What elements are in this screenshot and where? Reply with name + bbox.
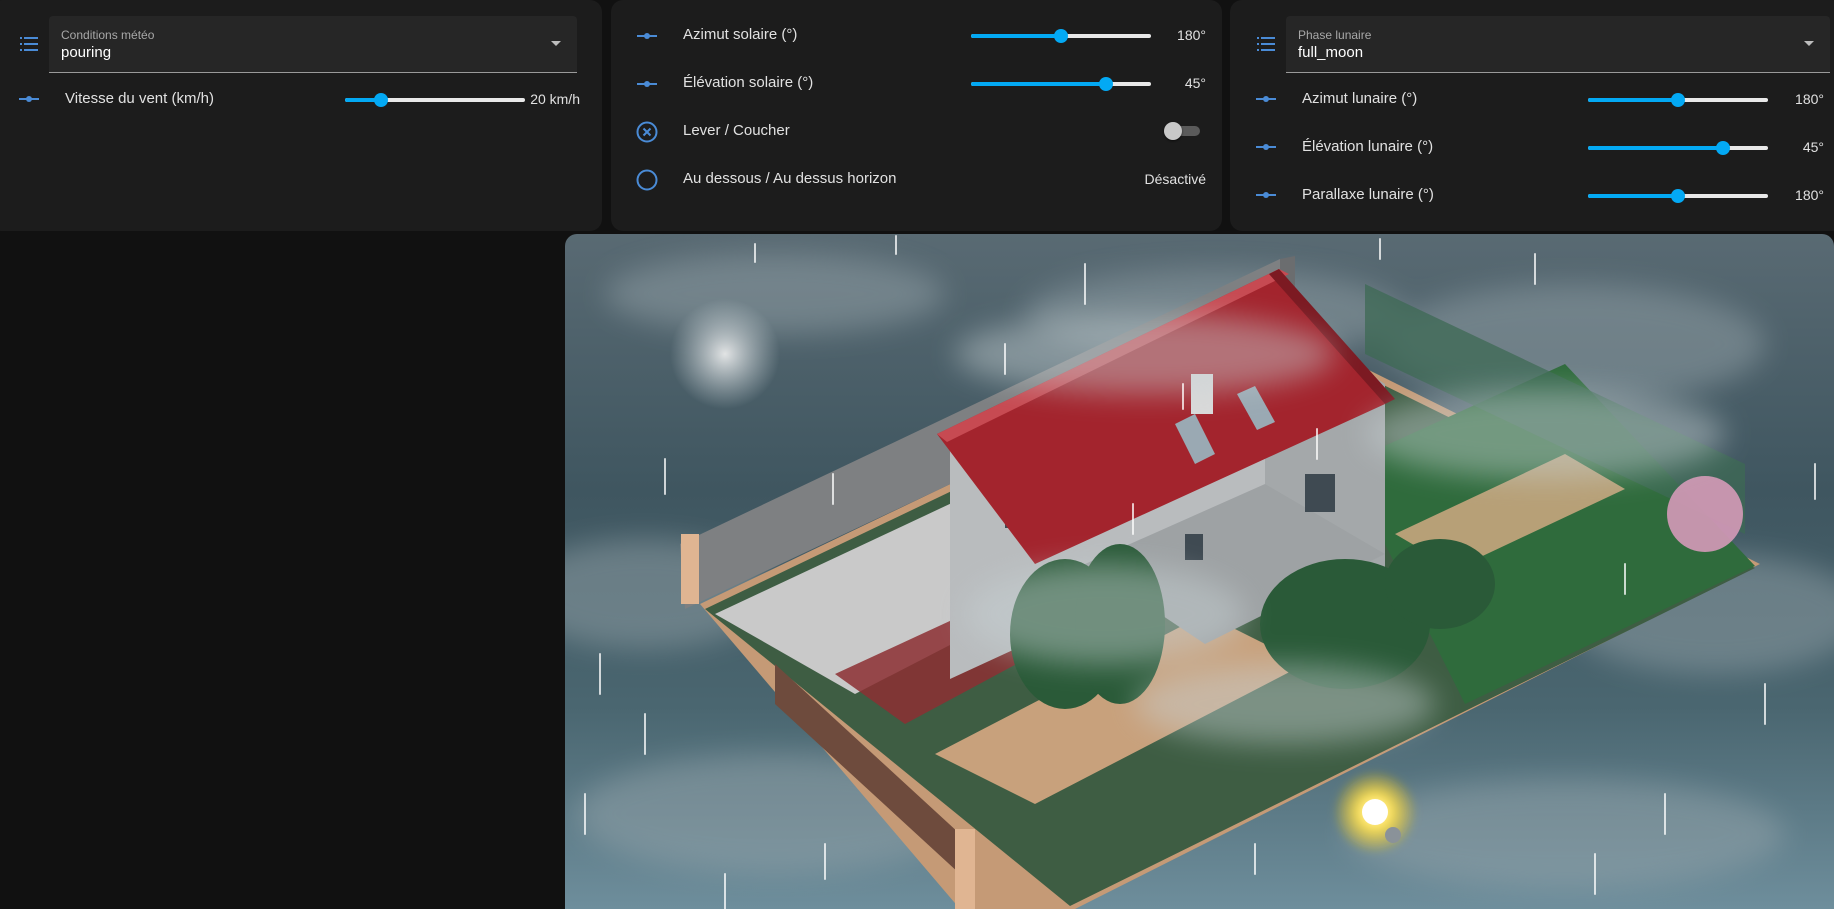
wind-speed-slider[interactable] bbox=[345, 92, 525, 108]
slider-handle[interactable] bbox=[1671, 189, 1685, 203]
sun-elevation-slider[interactable] bbox=[971, 76, 1151, 92]
moon-azimuth-label: Azimut lunaire (°) bbox=[1302, 90, 1418, 107]
house-scene bbox=[565, 234, 1834, 909]
scene-illustration bbox=[565, 235, 1834, 909]
moon-phase-value: full_moon bbox=[1298, 44, 1364, 61]
slider-icon bbox=[19, 96, 39, 102]
weather-conditions-select[interactable]: Conditions météo pouring bbox=[49, 16, 577, 73]
sun-azimuth-label: Azimut solaire (°) bbox=[683, 26, 798, 43]
horizon-label: Au dessous / Au dessus horizon bbox=[683, 170, 897, 187]
rise-set-label: Lever / Coucher bbox=[683, 122, 790, 139]
moon-phase-select[interactable]: Phase lunaire full_moon bbox=[1286, 16, 1830, 73]
moon-elevation-slider[interactable] bbox=[1588, 140, 1768, 156]
slider-handle[interactable] bbox=[374, 93, 388, 107]
rise-set-toggle[interactable] bbox=[1164, 122, 1200, 140]
circle-outline-icon bbox=[636, 169, 658, 191]
sun-elevation-value: 45° bbox=[1184, 75, 1206, 91]
moon-icon bbox=[670, 299, 780, 409]
sun-azimuth-slider[interactable] bbox=[971, 28, 1151, 44]
slider-icon bbox=[637, 81, 657, 87]
close-circle-icon bbox=[636, 121, 658, 143]
horizon-value: Désactivé bbox=[1144, 171, 1206, 187]
sun-azimuth-value: 180° bbox=[1177, 27, 1206, 43]
slider-handle[interactable] bbox=[1716, 141, 1730, 155]
moon-phase-label: Phase lunaire bbox=[1298, 28, 1372, 42]
slider-icon bbox=[637, 33, 657, 39]
slider-handle[interactable] bbox=[1099, 77, 1113, 91]
list-icon bbox=[20, 37, 38, 51]
slider-handle[interactable] bbox=[1054, 29, 1068, 43]
moon-card: Phase lunaire full_moon Azimut lunaire (… bbox=[1230, 0, 1834, 231]
slider-icon bbox=[1256, 192, 1276, 198]
wind-speed-label: Vitesse du vent (km/h) bbox=[65, 90, 214, 107]
slider-icon bbox=[1256, 96, 1276, 102]
slider-handle[interactable] bbox=[1671, 93, 1685, 107]
weather-conditions-value: pouring bbox=[61, 44, 112, 61]
moon-elevation-label: Élévation lunaire (°) bbox=[1302, 138, 1434, 155]
moon-parallax-label: Parallaxe lunaire (°) bbox=[1302, 186, 1434, 203]
weather-card: Conditions météo pouring Vitesse du vent… bbox=[0, 0, 602, 231]
sun-elevation-label: Élévation solaire (°) bbox=[683, 74, 814, 91]
chevron-down-icon[interactable] bbox=[551, 41, 561, 46]
chevron-down-icon[interactable] bbox=[1804, 41, 1814, 46]
sun-card: Azimut solaire (°) 180° Élévation solair… bbox=[611, 0, 1222, 231]
moon-parallax-value: 180° bbox=[1795, 187, 1824, 203]
moon-azimuth-slider[interactable] bbox=[1588, 92, 1768, 108]
slider-icon bbox=[1256, 144, 1276, 150]
weather-conditions-label: Conditions météo bbox=[61, 28, 155, 42]
list-icon bbox=[1257, 37, 1275, 51]
moon-parallax-slider[interactable] bbox=[1588, 188, 1768, 204]
wind-speed-value: 20 km/h bbox=[530, 91, 580, 107]
moon-elevation-value: 45° bbox=[1802, 139, 1824, 155]
moon-azimuth-value: 180° bbox=[1795, 91, 1824, 107]
